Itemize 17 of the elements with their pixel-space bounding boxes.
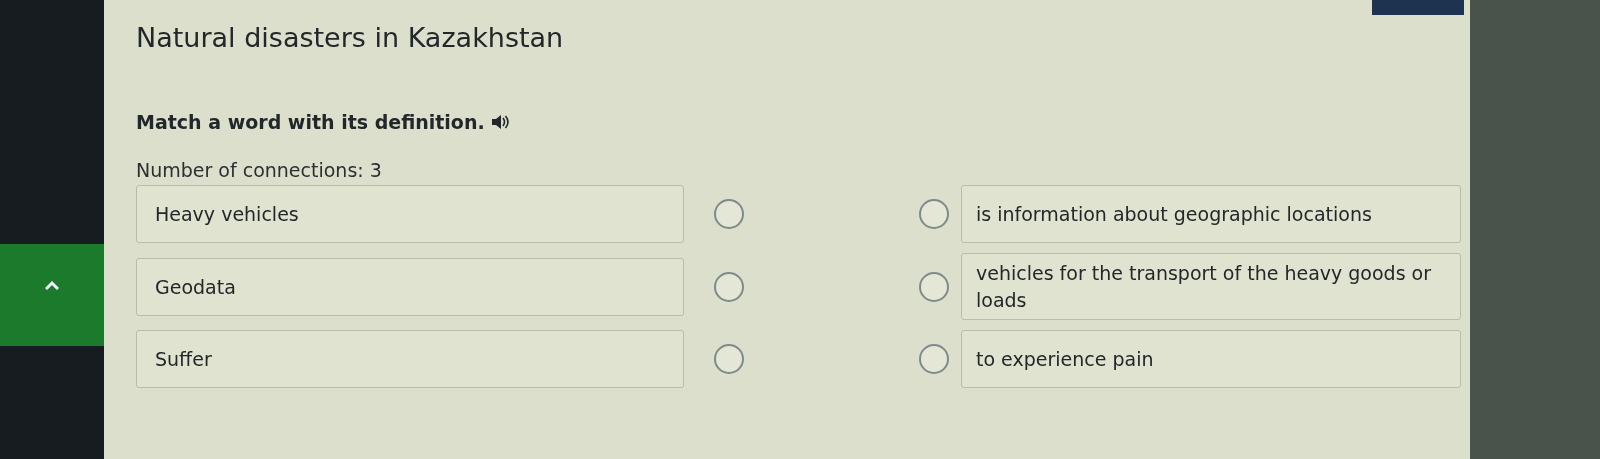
definition-item[interactable]: vehicles for the transport of the heavy goods or loads: [961, 253, 1461, 321]
definition-radio[interactable]: [919, 271, 949, 302]
definition-item[interactable]: is information about geographic locations: [961, 185, 1461, 243]
word-item[interactable]: Heavy vehicles: [136, 185, 684, 243]
connections-count: Number of connections: 3: [136, 159, 383, 181]
word-item[interactable]: Suffer: [136, 330, 684, 389]
word-item[interactable]: Geodata: [136, 257, 684, 316]
speaker-icon[interactable]: [490, 114, 509, 130]
word-radio[interactable]: [714, 199, 744, 229]
instruction-text: Match a word with its definition.: [136, 111, 485, 133]
definition-radio[interactable]: [919, 344, 949, 375]
definition-item[interactable]: to experience pain: [961, 330, 1461, 389]
word-radio[interactable]: [714, 344, 744, 375]
word-radio[interactable]: [714, 271, 744, 302]
caret-up-icon[interactable]: [44, 280, 60, 290]
page-title: Natural disasters in Kazakhstan: [136, 22, 565, 53]
definition-radio[interactable]: [919, 199, 949, 229]
